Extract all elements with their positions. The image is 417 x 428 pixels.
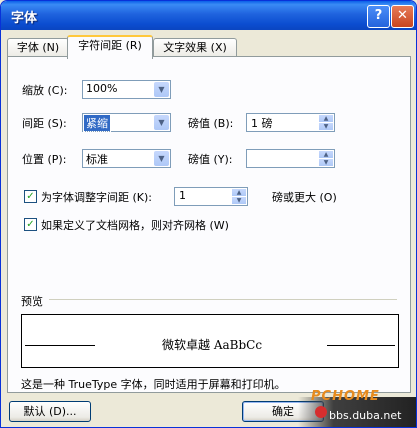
chevron-down-icon[interactable]: ▼ [154, 82, 169, 97]
preview-group-line [49, 299, 397, 300]
preview-baseline-right [327, 345, 395, 346]
spin-down-icon[interactable]: ▼ [319, 123, 333, 130]
preview-label: 预览 [21, 293, 46, 309]
preview-sample: 微软卓越 AaBbCc [162, 338, 263, 352]
chevron-down-icon[interactable]: ▼ [154, 151, 169, 166]
position-label: 位置 (P): [22, 153, 67, 166]
kerning-spinner[interactable]: 1 ▲ ▼ [174, 187, 248, 206]
spin-down-icon[interactable]: ▼ [319, 159, 333, 166]
position-by-label: 磅值 (Y): [188, 153, 233, 166]
spacing-label: 间距 (S): [22, 117, 67, 130]
watermark-logo: PCHOME [311, 389, 380, 404]
title-bar[interactable]: 字体 ? ✕ [1, 1, 416, 30]
font-dialog: 字体 ? ✕ 字体 (N) 字符间距 (R) 文字效果 (X) 缩放 (C): … [0, 0, 417, 428]
tab-character-spacing[interactable]: 字符间距 (R) [67, 35, 153, 59]
spinner-arrows[interactable]: ▲ ▼ [232, 189, 246, 204]
chevron-down-icon[interactable]: ▼ [154, 115, 169, 130]
snap-grid-label: 如果定义了文档网格，则对齐网格 (W) [41, 219, 229, 232]
snap-grid-checkbox[interactable]: ✓ [24, 218, 37, 231]
default-button[interactable]: 默认 (D)... [9, 401, 91, 422]
kerning-label: 为字体调整字间距 (K): [41, 191, 152, 204]
tab-text-effects[interactable]: 文字效果 (X) [153, 38, 237, 57]
kerning-value: 1 [179, 189, 186, 202]
spinner-arrows[interactable]: ▲ ▼ [319, 115, 333, 130]
spacing-by-value: 1 磅 [251, 117, 273, 130]
preview-baseline-left [25, 345, 95, 346]
position-value: 标准 [86, 153, 108, 166]
spacing-by-spinner[interactable]: 1 磅 ▲ ▼ [246, 113, 335, 132]
scale-dropdown[interactable]: 100% ▼ [82, 80, 171, 99]
position-by-spinner[interactable]: ▲ ▼ [246, 149, 335, 168]
spin-up-icon[interactable]: ▲ [319, 115, 333, 122]
font-info-note: 这是一种 TrueType 字体，同时适用于屏幕和打印机。 [21, 378, 286, 391]
spinner-arrows[interactable]: ▲ ▼ [319, 151, 333, 166]
spacing-value: 紧缩 [83, 114, 111, 132]
spin-up-icon[interactable]: ▲ [232, 189, 246, 196]
tab-font[interactable]: 字体 (N) [7, 38, 69, 57]
scale-value: 100% [86, 82, 118, 95]
scale-label: 缩放 (C): [22, 84, 68, 97]
help-button[interactable]: ? [367, 5, 390, 28]
watermark-icon [315, 406, 327, 418]
close-button[interactable]: ✕ [391, 5, 414, 28]
position-dropdown[interactable]: 标准 ▼ [82, 149, 171, 168]
spacing-dropdown[interactable]: 紧缩 ▼ [82, 113, 171, 132]
preview-box: 微软卓越 AaBbCc [21, 314, 399, 368]
spin-down-icon[interactable]: ▼ [232, 197, 246, 204]
kerning-checkbox[interactable]: ✓ [24, 190, 37, 203]
kerning-suffix: 磅或更大 (O) [272, 191, 337, 204]
spacing-by-label: 磅值 (B): [188, 117, 234, 130]
spin-up-icon[interactable]: ▲ [319, 151, 333, 158]
window-title: 字体 [11, 11, 38, 26]
watermark-site: bbs.duba.net [329, 409, 402, 422]
